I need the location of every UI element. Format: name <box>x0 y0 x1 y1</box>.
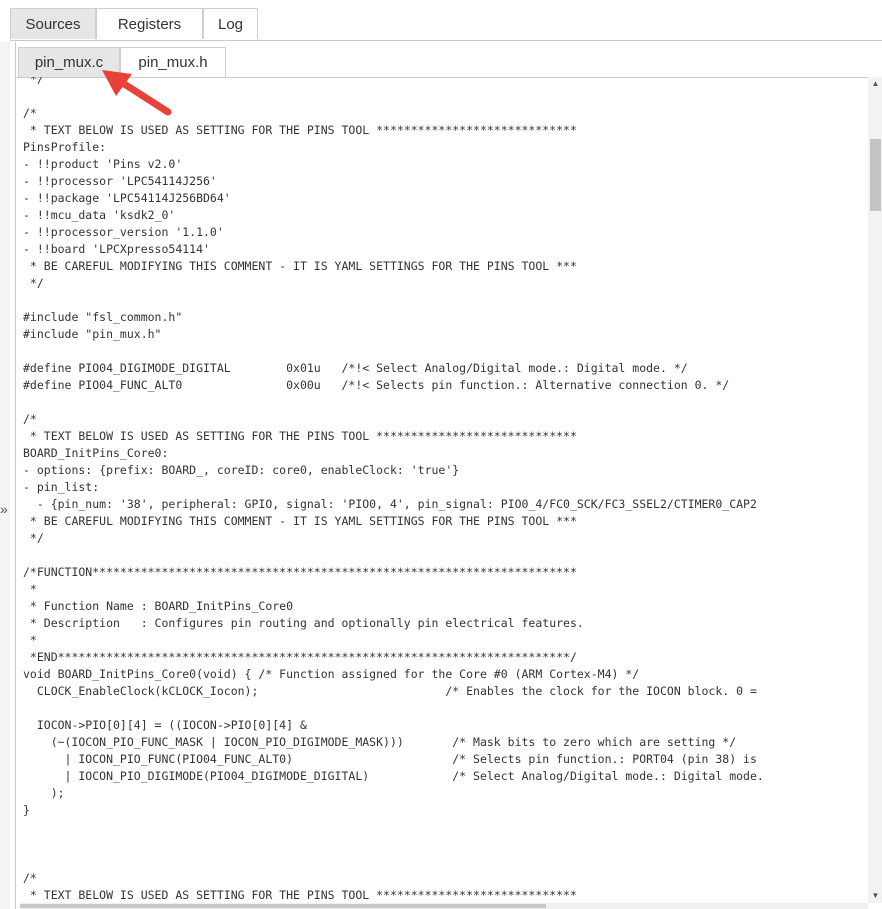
horizontal-scroll-thumb[interactable] <box>20 904 546 908</box>
code-line: */ <box>23 531 44 545</box>
top-tab-bar: Sources Registers Log <box>10 8 882 41</box>
code-line: - !!processor_version '1.1.0' <box>23 225 224 239</box>
code-line: ); <box>23 786 65 800</box>
source-panel: pin_mux.c pin_mux.h *//* * TEXT BELOW IS… <box>15 42 882 909</box>
tab-sources-label: Sources <box>25 16 81 33</box>
code-line: BOARD_InitPins_Core0: <box>23 446 169 460</box>
tab-log-label: Log <box>217 16 244 33</box>
code-line: */ <box>23 77 44 86</box>
code-line: /* <box>23 106 37 120</box>
code-line: #include "pin_mux.h" <box>23 327 162 341</box>
code-line: - options: {prefix: BOARD_, coreID: core… <box>23 463 460 477</box>
code-editor[interactable]: */ /* * TEXT BELOW IS USED AS SETTING FOR… <box>20 77 868 904</box>
code-line: PinsProfile: <box>23 140 107 154</box>
vertical-scroll-thumb[interactable] <box>870 139 881 211</box>
code-line: /* <box>23 412 37 426</box>
code-line: } <box>23 803 30 817</box>
code-line: *END************************************… <box>23 650 577 664</box>
annotation-arrow <box>102 70 172 116</box>
code-line: * BE CAREFUL MODIFYING THIS COMMENT - IT… <box>23 514 577 528</box>
code-line: - !!processor 'LPC54114J256' <box>23 174 217 188</box>
code-line: /* <box>23 871 37 885</box>
left-rail: » <box>0 42 10 909</box>
code-line: * TEXT BELOW IS USED AS SETTING FOR THE … <box>23 123 577 137</box>
code-line: - {pin_num: '38', peripheral: GPIO, sign… <box>23 497 757 511</box>
triangle-up-icon[interactable]: ▲ <box>868 77 882 91</box>
code-line: - !!package 'LPC54114J256BD64' <box>23 191 231 205</box>
code-line: * <box>23 633 37 647</box>
tab-log[interactable]: Log <box>203 8 258 39</box>
code-line: * TEXT BELOW IS USED AS SETTING FOR THE … <box>23 888 577 902</box>
code-line: - pin_list: <box>23 480 100 494</box>
code-line: IOCON->PIO[0][4] = ((IOCON->PIO[0][4] & <box>23 718 307 732</box>
code-line: #include "fsl_common.h" <box>23 310 183 324</box>
triangle-down-icon[interactable]: ▼ <box>868 889 882 903</box>
code-line: (~(IOCON_PIO_FUNC_MASK | IOCON_PIO_DIGIM… <box>23 735 737 749</box>
code-line: #define PIO04_FUNC_ALT0 0x00u /*!< Selec… <box>23 378 730 392</box>
vertical-scrollbar[interactable]: ▲ ▼ <box>868 77 882 903</box>
code-line: - !!mcu_data 'ksdk2_0' <box>23 208 176 222</box>
code-line: */ <box>23 276 44 290</box>
code-line: | IOCON_PIO_FUNC(PIO04_FUNC_ALT0) /* Sel… <box>23 752 757 766</box>
code-line: void BOARD_InitPins_Core0(void) { /* Fun… <box>23 667 640 681</box>
tab-sources[interactable]: Sources <box>10 8 96 39</box>
chevron-right-double-icon[interactable]: » <box>0 502 8 516</box>
code-line: * Description : Configures pin routing a… <box>23 616 584 630</box>
code-line: #define PIO04_DIGIMODE_DIGITAL 0x01u /*!… <box>23 361 688 375</box>
tab-registers-label: Registers <box>117 16 182 33</box>
code-line: * <box>23 582 37 596</box>
horizontal-scrollbar[interactable] <box>20 903 868 909</box>
code-line: | IOCON_PIO_DIGIMODE(PIO04_DIGIMODE_DIGI… <box>23 769 764 783</box>
code-line: * TEXT BELOW IS USED AS SETTING FOR THE … <box>23 429 577 443</box>
code-line: - !!product 'Pins v2.0' <box>23 157 183 171</box>
tab-pin-mux-c-label: pin_mux.c <box>34 54 104 71</box>
code-line: * Function Name : BOARD_InitPins_Core0 <box>23 599 294 613</box>
code-line: /*FUNCTION******************************… <box>23 565 577 579</box>
code-line: CLOCK_EnableClock(kCLOCK_Iocon); /* Enab… <box>23 684 757 698</box>
code-line: - !!board 'LPCXpresso54114' <box>23 242 210 256</box>
tab-registers[interactable]: Registers <box>96 8 203 39</box>
code-line: * BE CAREFUL MODIFYING THIS COMMENT - IT… <box>23 259 577 273</box>
